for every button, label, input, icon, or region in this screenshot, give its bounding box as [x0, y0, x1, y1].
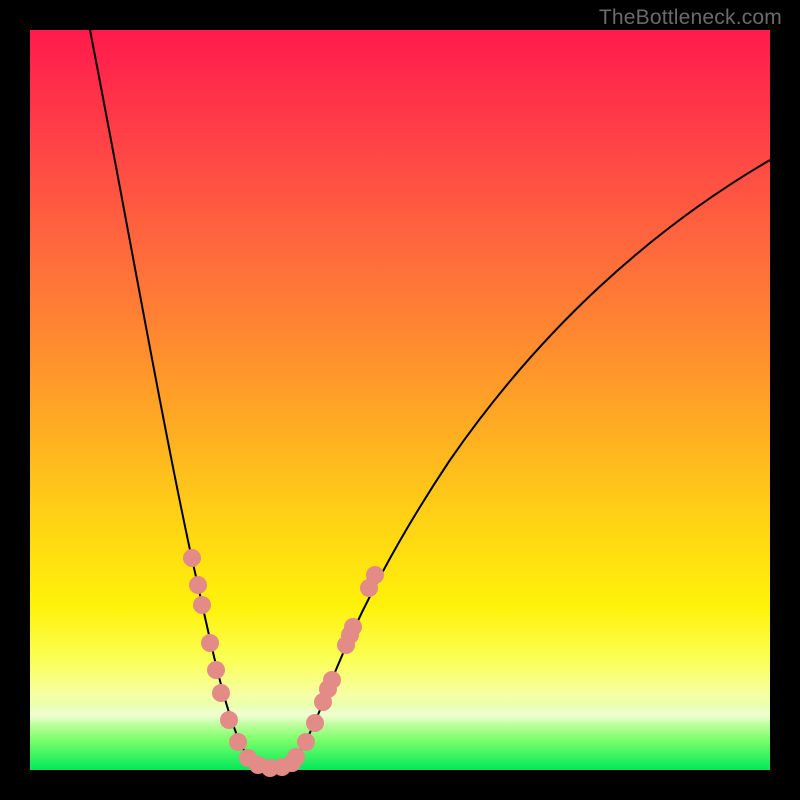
data-dot	[189, 576, 207, 594]
data-dot	[212, 684, 230, 702]
data-dot	[360, 579, 378, 597]
data-dot	[306, 714, 324, 732]
data-dot	[341, 626, 359, 644]
chart-svg	[30, 30, 770, 770]
left-curve	[90, 30, 260, 765]
data-dot	[229, 733, 247, 751]
data-dot	[314, 693, 332, 711]
chart-frame: TheBottleneck.com	[0, 0, 800, 800]
data-dot	[207, 661, 225, 679]
data-dot	[193, 596, 211, 614]
data-dot	[201, 634, 219, 652]
watermark-text: TheBottleneck.com	[599, 6, 782, 30]
right-curve	[285, 160, 770, 765]
data-dot	[220, 711, 238, 729]
dot-cluster-left	[183, 549, 257, 767]
data-dot	[183, 549, 201, 567]
data-dot	[283, 754, 301, 772]
data-dot	[297, 733, 315, 751]
dot-cluster-bottom	[249, 754, 301, 777]
dot-cluster-right	[287, 566, 384, 766]
